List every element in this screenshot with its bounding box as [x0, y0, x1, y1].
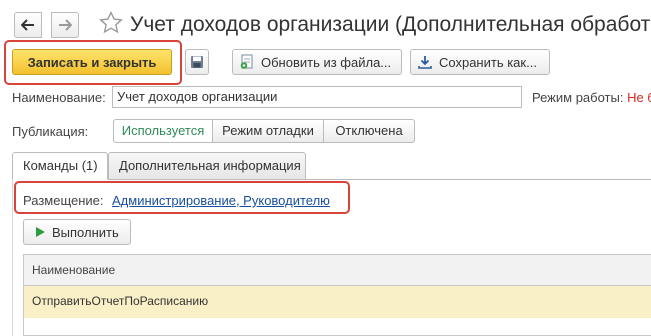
mode-value[interactable]: Не б: [627, 90, 651, 105]
column-header-name[interactable]: Наименование: [32, 263, 115, 277]
download-icon: [418, 56, 432, 69]
placement-label: Размещение:: [23, 193, 104, 208]
save-as-button[interactable]: Сохранить как...: [410, 49, 550, 75]
update-from-file-button[interactable]: Обновить из файла...: [232, 49, 402, 75]
save-and-close-label: Записать и закрыть: [27, 54, 157, 70]
save-as-label: Сохранить как...: [439, 54, 537, 70]
table-header: Наименование: [24, 255, 651, 286]
play-icon: [36, 227, 45, 237]
tab-commands[interactable]: Команды (1): [12, 152, 108, 180]
window-title: Учет доходов организации (Дополнительная…: [130, 13, 651, 36]
name-label: Наименование:: [12, 90, 106, 105]
mode-label: Режим работы: Не б: [532, 90, 651, 105]
placement-link[interactable]: Администрирование, Руководителю: [112, 193, 330, 208]
panel-border: [12, 179, 13, 336]
star-favorite-icon[interactable]: [98, 10, 124, 36]
back-button[interactable]: [14, 12, 42, 38]
tab-additional-info[interactable]: Дополнительная информация: [108, 152, 306, 180]
forward-button[interactable]: [51, 12, 79, 38]
update-from-file-icon: [240, 54, 253, 69]
save-and-close-button[interactable]: Записать и закрыть: [12, 49, 172, 75]
publication-option-debug[interactable]: Режим отладки: [212, 119, 324, 143]
arrow-left-icon: [21, 19, 34, 31]
save-button[interactable]: [185, 49, 209, 75]
table-row[interactable]: ОтправитьОтчетПоРасписанию: [24, 286, 651, 318]
mode-label-text: Режим работы:: [532, 90, 624, 105]
publication-label: Публикация:: [12, 124, 89, 139]
update-from-file-label: Обновить из файла...: [261, 54, 392, 70]
publication-option-used[interactable]: Используется: [113, 119, 213, 143]
name-input[interactable]: Учет доходов организации: [112, 86, 522, 108]
arrow-right-icon: [59, 19, 72, 31]
publication-option-disabled[interactable]: Отключена: [323, 119, 415, 143]
floppy-disk-icon: [191, 56, 203, 68]
run-label: Выполнить: [52, 224, 119, 240]
run-button[interactable]: Выполнить: [23, 219, 131, 245]
table-cell-name: ОтправитьОтчетПоРасписанию: [32, 294, 209, 308]
commands-table: Наименование ОтправитьОтчетПоРасписанию: [23, 254, 651, 336]
